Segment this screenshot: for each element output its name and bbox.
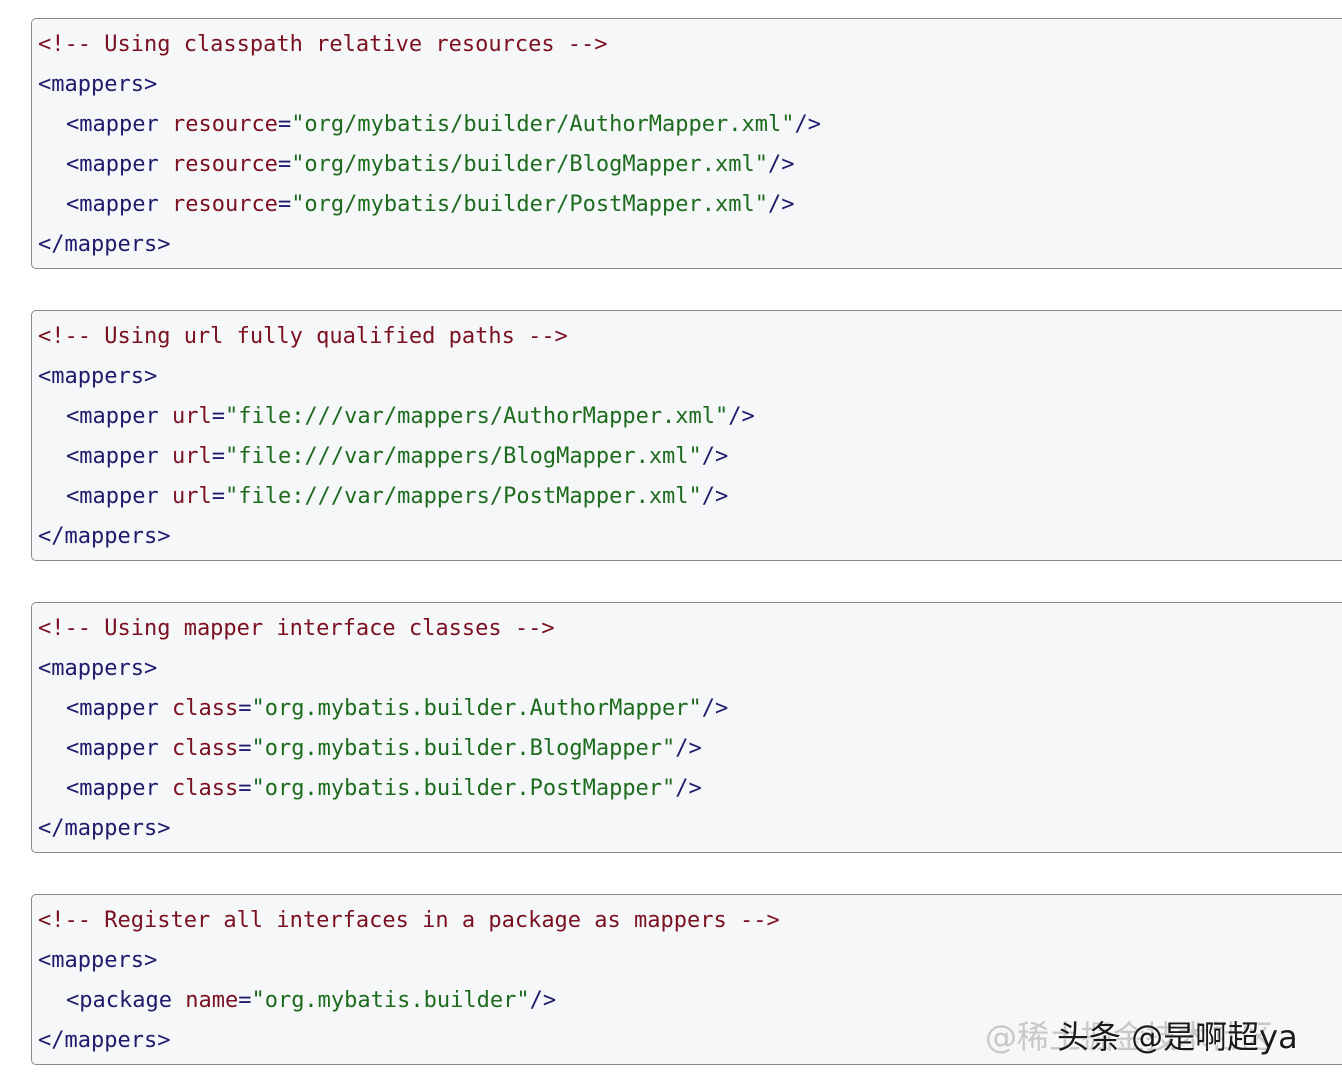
code-comment: <!-- Using mapper interface classes --> bbox=[38, 616, 555, 641]
attr-value: "file:///var/mappers/BlogMapper.xml" bbox=[224, 444, 702, 469]
attr-value: "org/mybatis/builder/PostMapper.xml" bbox=[291, 192, 769, 217]
code-block-classpath: <!-- Using classpath relative resources … bbox=[31, 18, 1342, 269]
attr-value: "org/mybatis/builder/BlogMapper.xml" bbox=[291, 152, 769, 177]
tag-name: <mapper bbox=[66, 696, 159, 721]
tag-name: <mapper bbox=[66, 736, 159, 761]
attr-name: url bbox=[171, 404, 212, 429]
code-line: <mapper url="file:///var/mappers/BlogMap… bbox=[66, 444, 729, 469]
code-line: <mapper resource="org/mybatis/builder/Po… bbox=[66, 192, 795, 217]
attr-name: resource bbox=[171, 192, 278, 217]
tag-name: <mapper bbox=[66, 404, 159, 429]
attr-value: "org.mybatis.builder.BlogMapper" bbox=[251, 736, 676, 761]
watermark-dark: 头条 @是啊超ya bbox=[1057, 1018, 1298, 1056]
code-close-tag: </mappers> bbox=[38, 232, 171, 257]
attr-value: "org.mybatis.builder.PostMapper" bbox=[251, 776, 676, 801]
tag-name: <mapper bbox=[66, 444, 159, 469]
attr-name: url bbox=[171, 444, 212, 469]
attr-value: "file:///var/mappers/PostMapper.xml" bbox=[224, 484, 702, 509]
attr-name: resource bbox=[171, 112, 278, 137]
tag-name: <mapper bbox=[66, 152, 159, 177]
tag-end: /> bbox=[701, 484, 729, 509]
code-open-tag: <mappers> bbox=[38, 948, 158, 973]
tag-end: /> bbox=[701, 444, 729, 469]
tag-end: /> bbox=[675, 736, 702, 761]
tag-end: /> bbox=[768, 192, 795, 217]
code-open-tag: <mappers> bbox=[38, 72, 158, 97]
attr-name: class bbox=[171, 696, 239, 721]
attr-name: class bbox=[171, 776, 239, 801]
code-comment: <!-- Using classpath relative resources … bbox=[38, 32, 608, 57]
attr-name: name bbox=[185, 988, 239, 1013]
tag-end: /> bbox=[768, 152, 795, 177]
tag-end: /> bbox=[794, 112, 822, 137]
attr-value: "file:///var/mappers/AuthorMapper.xml" bbox=[224, 404, 729, 429]
code-line: <mapper class="org.mybatis.builder.Autho… bbox=[66, 696, 729, 721]
code-comment: <!-- Register all interfaces in a packag… bbox=[38, 908, 780, 933]
attr-name: class bbox=[171, 736, 239, 761]
code-line: <mapper resource="org/mybatis/builder/Au… bbox=[66, 112, 822, 137]
code-line: <mapper url="file:///var/mappers/PostMap… bbox=[66, 484, 729, 509]
code-open-tag: <mappers> bbox=[38, 656, 158, 681]
tag-end: /> bbox=[529, 988, 557, 1013]
code-close-tag: </mappers> bbox=[38, 524, 171, 549]
attr-name: url bbox=[171, 484, 212, 509]
tag-name: <mapper bbox=[66, 112, 159, 137]
tag-end: /> bbox=[728, 404, 755, 429]
tag-end: /> bbox=[675, 776, 702, 801]
code-block-class: <!-- Using mapper interface classes --> … bbox=[31, 602, 1342, 853]
tag-name: <mapper bbox=[66, 192, 159, 217]
tag-name: <package bbox=[66, 988, 172, 1013]
code-line: <mapper class="org.mybatis.builder.BlogM… bbox=[66, 736, 702, 761]
code-line: <mapper class="org.mybatis.builder.PostM… bbox=[66, 776, 702, 801]
code-close-tag: </mappers> bbox=[38, 816, 171, 841]
attr-value: "org.mybatis.builder" bbox=[251, 988, 530, 1013]
attr-value: "org/mybatis/builder/AuthorMapper.xml" bbox=[291, 112, 795, 137]
code-block-url: <!-- Using url fully qualified paths -->… bbox=[31, 310, 1342, 561]
code-line: <mapper url="file:///var/mappers/AuthorM… bbox=[66, 404, 755, 429]
tag-name: <mapper bbox=[66, 776, 159, 801]
tag-end: /> bbox=[701, 696, 729, 721]
attr-value: "org.mybatis.builder.AuthorMapper" bbox=[251, 696, 702, 721]
code-open-tag: <mappers> bbox=[38, 364, 158, 389]
code-comment: <!-- Using url fully qualified paths --> bbox=[38, 324, 568, 349]
tag-name: <mapper bbox=[66, 484, 159, 509]
code-line: <mapper resource="org/mybatis/builder/Bl… bbox=[66, 152, 795, 177]
attr-name: resource bbox=[171, 152, 278, 177]
